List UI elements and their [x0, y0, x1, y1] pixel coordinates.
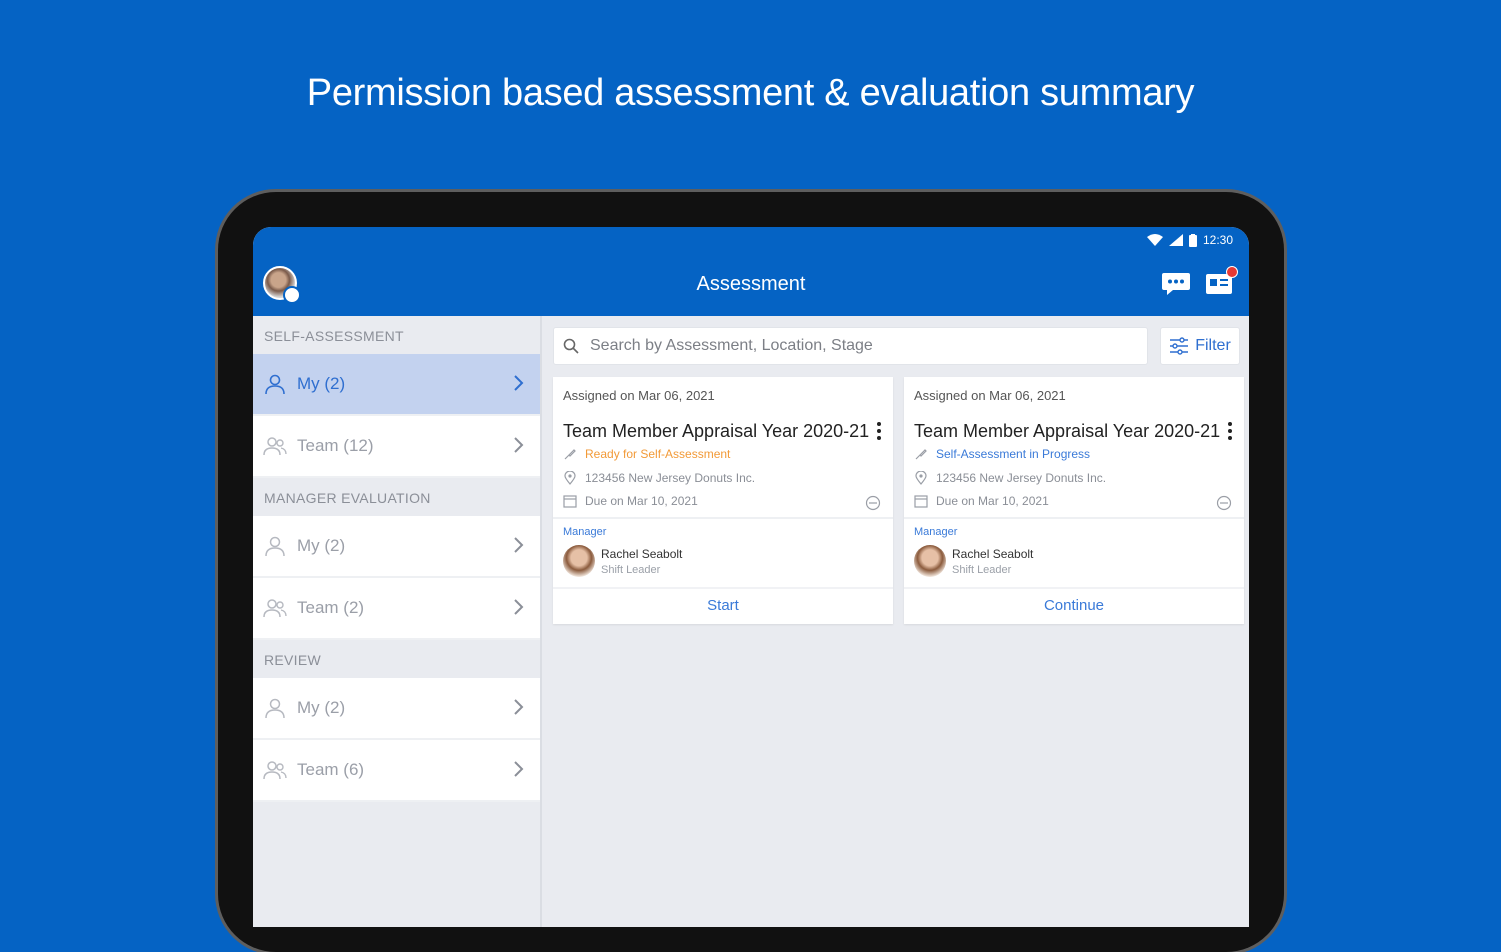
- assessment-card[interactable]: Assigned on Mar 06, 2021 Team Member App…: [553, 377, 893, 624]
- location-row: 123456 New Jersey Donuts Inc.: [914, 471, 1106, 485]
- chevron-right-icon: [514, 699, 524, 715]
- filter-button[interactable]: Filter: [1160, 327, 1240, 365]
- main-content: Filter Assigned on Mar 06, 2021 Team Mem…: [542, 316, 1249, 927]
- sidebar: SELF-ASSESSMENT My (2) Team (12) MANAGER…: [253, 316, 542, 927]
- calendar-icon: [1216, 495, 1232, 511]
- due-row: Due on Mar 10, 2021: [914, 494, 1049, 508]
- chevron-right-icon: [514, 761, 524, 777]
- filter-icon: [1170, 337, 1189, 355]
- app-bar: Assessment: [253, 255, 1249, 317]
- sidebar-item-label: My (2): [297, 374, 346, 393]
- battery-icon: [1188, 233, 1197, 247]
- kebab-icon[interactable]: [875, 421, 883, 441]
- users-icon: [263, 437, 287, 456]
- chevron-right-icon: [514, 537, 524, 553]
- sidebar-item-label: Team (2): [297, 598, 365, 617]
- sidebar-item-review-team[interactable]: Team (6): [253, 740, 540, 802]
- sidebar-item-manager-team[interactable]: Team (2): [253, 578, 540, 640]
- user-icon: [265, 374, 285, 395]
- assessment-title: Team Member Appraisal Year 2020-21: [563, 421, 870, 441]
- manager-label: Manager: [563, 526, 607, 538]
- location-icon: [915, 471, 927, 485]
- search-bar[interactable]: [553, 327, 1148, 365]
- assigned-date: Assigned on Mar 06, 2021: [563, 388, 715, 403]
- assessment-title: Team Member Appraisal Year 2020-21: [914, 421, 1221, 441]
- assessment-card[interactable]: Assigned on Mar 06, 2021 Team Member App…: [904, 377, 1244, 624]
- manager-role: Shift Leader: [952, 564, 1012, 576]
- manager-name: Rachel Seabolt: [952, 547, 1034, 561]
- search-icon: [563, 338, 579, 354]
- status-text: Self-Assessment in Progress: [936, 447, 1091, 461]
- user-icon: [265, 536, 285, 557]
- location-text: 123456 New Jersey Donuts Inc.: [936, 471, 1107, 485]
- avatar: [563, 545, 595, 577]
- notification-dot: [1226, 266, 1238, 278]
- due-text: Due on Mar 10, 2021: [585, 494, 698, 508]
- location-icon: [564, 471, 576, 485]
- status-text: Ready for Self-Assessment: [585, 447, 731, 461]
- continue-button[interactable]: Continue: [904, 597, 1244, 614]
- status-time: 12:30: [1202, 233, 1233, 247]
- chat-help-icon: [1162, 273, 1190, 295]
- app-screen: 12:30 Assessment SELF-ASSESSMENT My (2) …: [253, 227, 1249, 927]
- chevron-right-icon: [514, 437, 524, 453]
- headline: Permission based assessment & evaluation…: [306, 72, 1195, 114]
- divider: [904, 517, 1244, 519]
- avatar: [914, 545, 946, 577]
- signal-icon: [1168, 234, 1183, 246]
- manager-name: Rachel Seabolt: [601, 547, 683, 561]
- sidebar-item-self-team[interactable]: Team (12): [253, 416, 540, 478]
- page-title: Assessment: [696, 273, 806, 295]
- chevron-right-icon: [514, 599, 524, 615]
- assigned-date: Assigned on Mar 06, 2021: [914, 388, 1066, 403]
- due-row: Due on Mar 10, 2021: [563, 494, 698, 508]
- inbox-button[interactable]: [1205, 266, 1238, 297]
- users-icon: [263, 761, 287, 780]
- user-icon: [265, 698, 285, 719]
- sidebar-item-label: Team (12): [297, 436, 374, 455]
- sidebar-item-label: Team (6): [297, 760, 365, 779]
- sidebar-item-review-my[interactable]: My (2): [253, 678, 540, 740]
- wifi-icon: [1146, 234, 1163, 246]
- sidebar-item-manager-my[interactable]: My (2): [253, 516, 540, 578]
- sidebar-item-label: My (2): [297, 536, 346, 555]
- kebab-icon[interactable]: [1226, 421, 1234, 441]
- calendar-icon: [563, 495, 577, 508]
- section-header-review: REVIEW: [253, 640, 540, 678]
- location-row: 123456 New Jersey Donuts Inc.: [563, 471, 755, 485]
- status-bar: 12:30: [253, 227, 1249, 255]
- filter-label: Filter: [1195, 337, 1231, 354]
- due-text: Due on Mar 10, 2021: [936, 494, 1049, 508]
- calendar-icon: [914, 495, 928, 508]
- status-icon: [915, 449, 927, 460]
- tablet-frame: 12:30 Assessment SELF-ASSESSMENT My (2) …: [218, 192, 1284, 952]
- start-button[interactable]: Start: [553, 597, 893, 614]
- status-row: Self-Assessment in Progress: [914, 447, 1090, 461]
- manager-label: Manager: [914, 526, 958, 538]
- search-input[interactable]: [588, 336, 1147, 356]
- divider: [553, 587, 893, 589]
- sidebar-item-label: My (2): [297, 698, 346, 717]
- status-row: Ready for Self-Assessment: [563, 447, 730, 461]
- section-header-self-assessment: SELF-ASSESSMENT: [253, 316, 540, 354]
- calendar-icon: [865, 495, 881, 511]
- divider: [904, 587, 1244, 589]
- divider: [553, 517, 893, 519]
- section-header-manager-evaluation: MANAGER EVALUATION: [253, 478, 540, 516]
- users-icon: [263, 599, 287, 618]
- location-text: 123456 New Jersey Donuts Inc.: [585, 471, 756, 485]
- manager-role: Shift Leader: [601, 564, 661, 576]
- chevron-right-icon: [514, 375, 524, 391]
- chat-help-button[interactable]: [1161, 271, 1191, 297]
- status-icon: [564, 449, 576, 460]
- sidebar-item-self-my[interactable]: My (2): [253, 354, 540, 416]
